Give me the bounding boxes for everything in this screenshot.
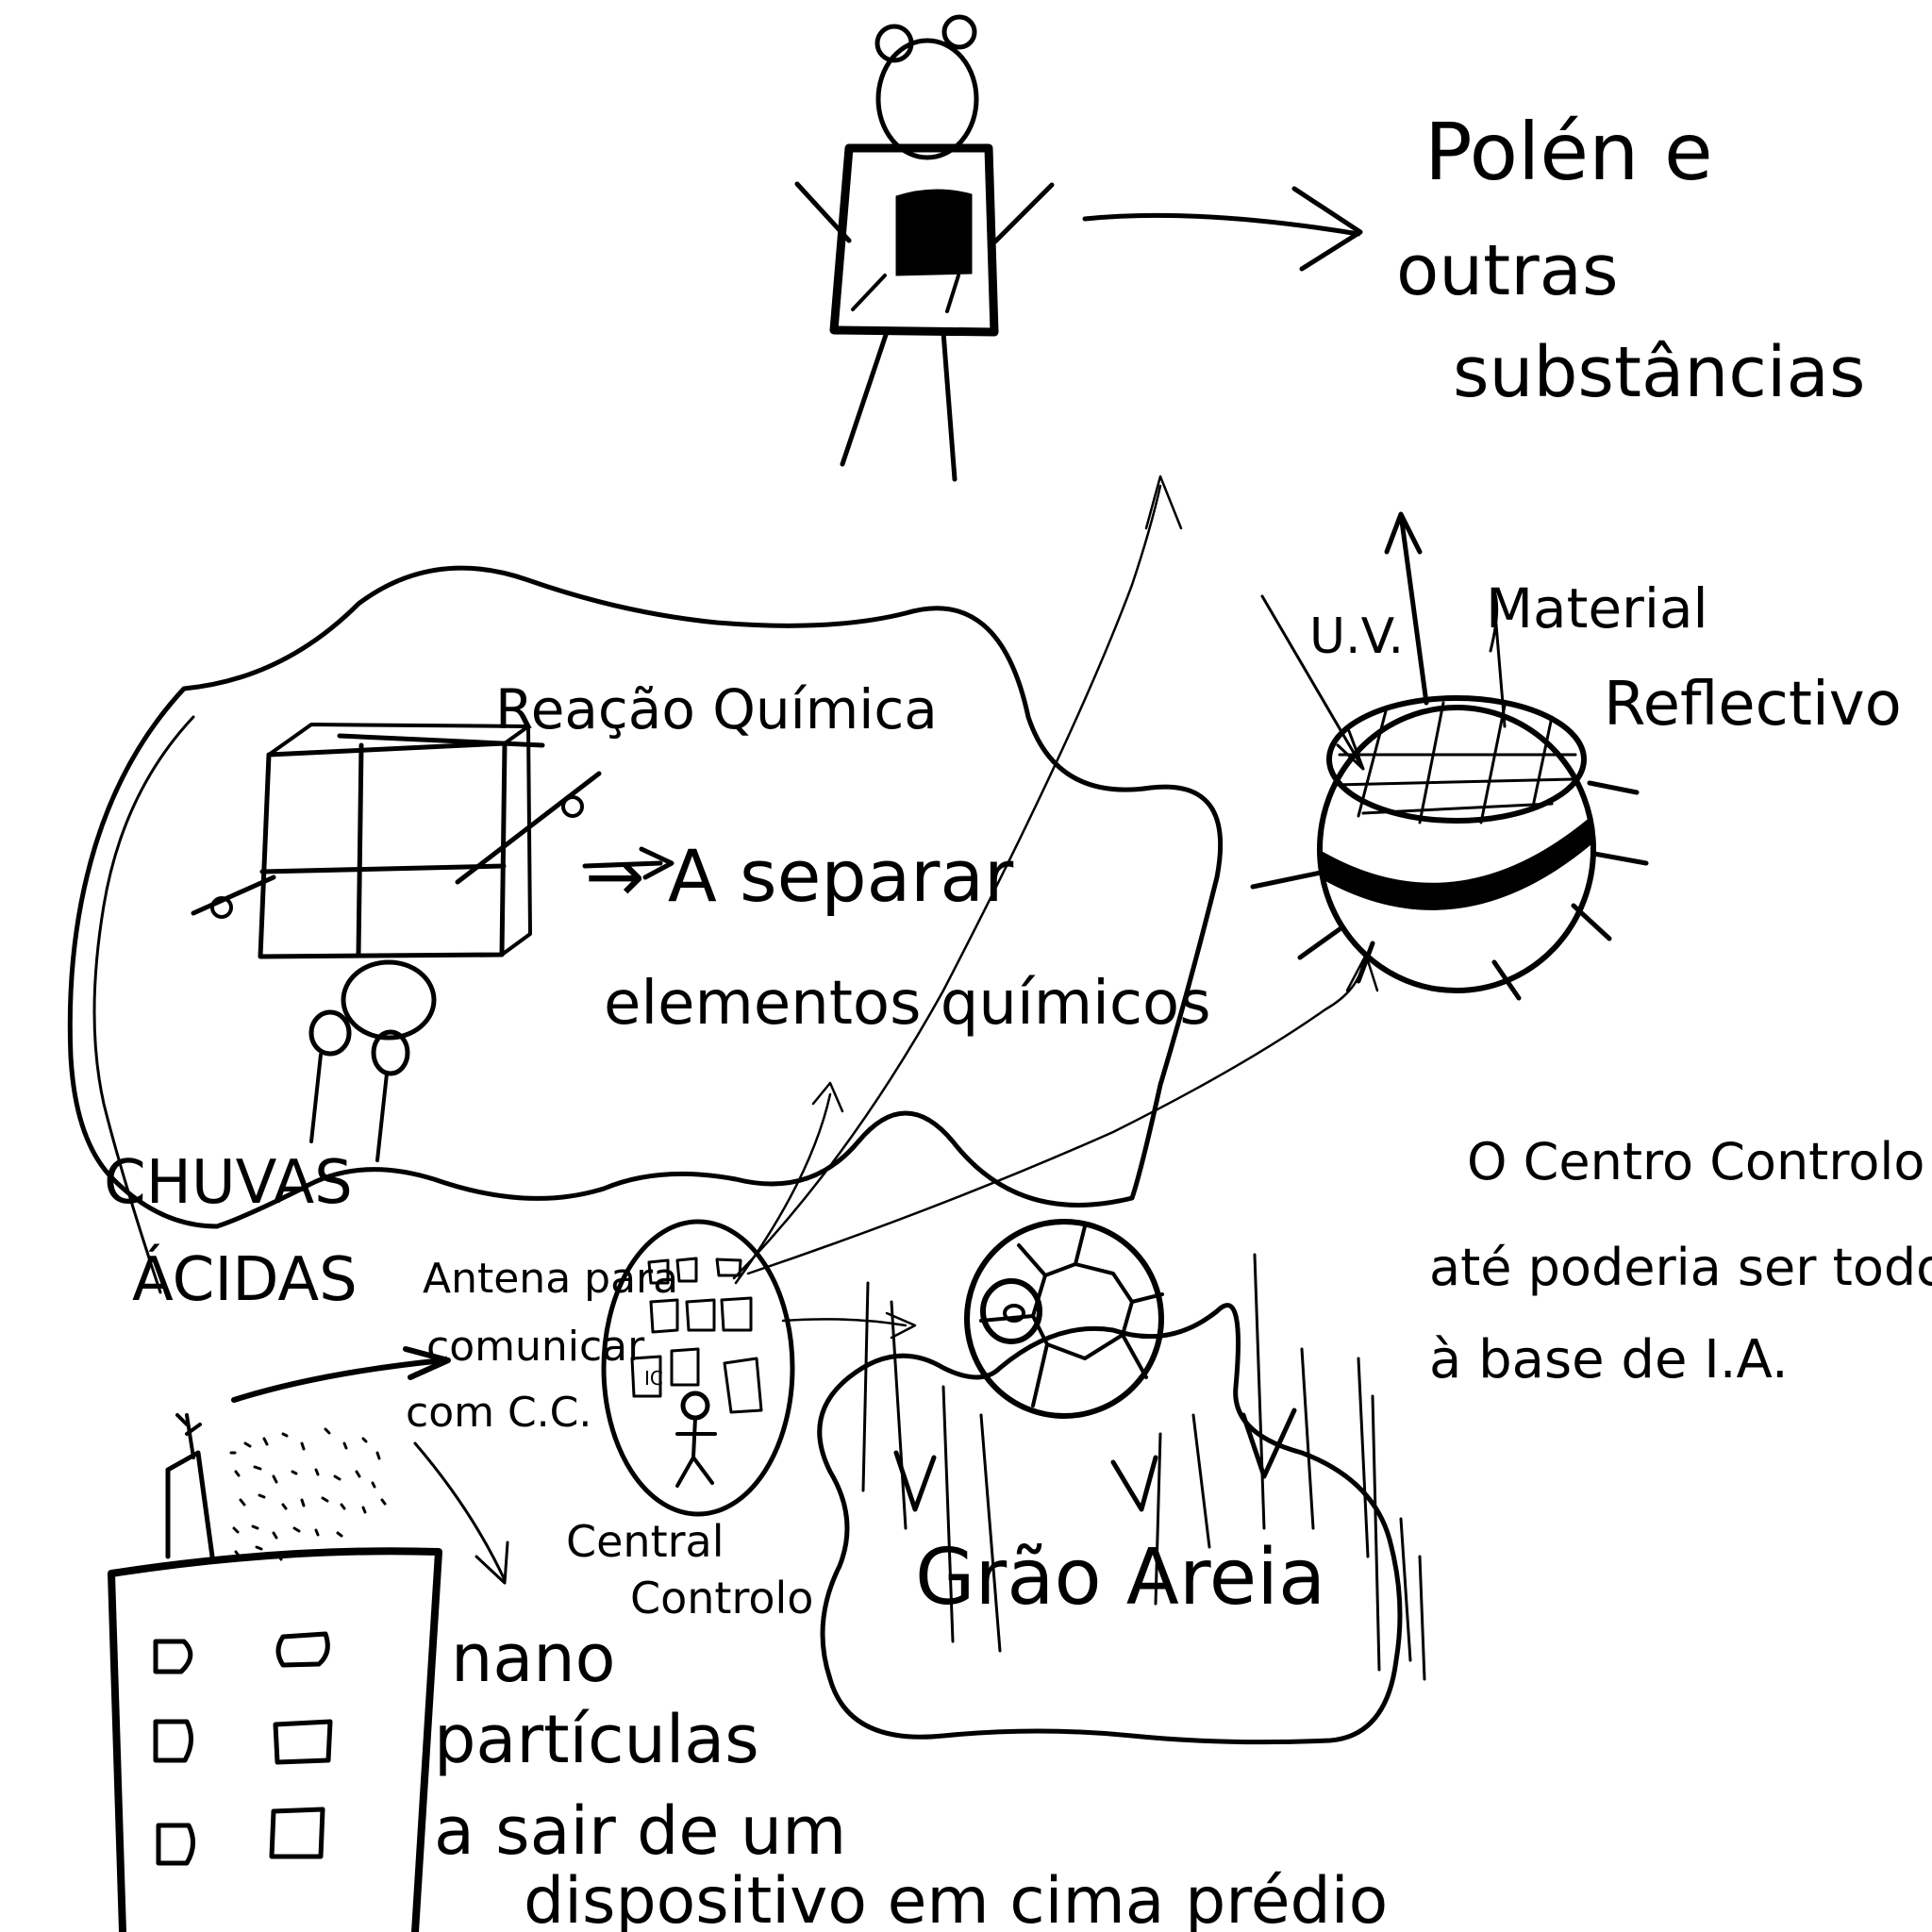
label-centro-1: O Centro Controlo xyxy=(1467,1132,1924,1191)
sand-grain-antenna xyxy=(980,1278,1042,1344)
label-dispositivo: dispositivo em cima prédio xyxy=(524,1864,1388,1932)
person-arm-right xyxy=(992,182,1055,244)
label-acidas: ÁCIDAS xyxy=(132,1243,358,1315)
cube-figure-foot-left xyxy=(308,1009,352,1057)
label-reacao-quimica: Reação Química xyxy=(495,677,938,741)
label-a-sair: a sair de um xyxy=(434,1792,846,1870)
grao-areia-region xyxy=(817,1219,1426,1745)
device-band xyxy=(1321,819,1591,910)
cube-front xyxy=(258,741,508,959)
label-chuvas: CHUVAS xyxy=(104,1148,353,1218)
label-central: Central xyxy=(566,1516,724,1567)
label-uv: U.V. xyxy=(1309,608,1404,665)
label-elementos-quimicos: elementos químicos xyxy=(604,969,1211,1039)
person-leg-left xyxy=(840,329,890,467)
label-centro-3: à base de I.A. xyxy=(1429,1329,1789,1391)
device-top-disk xyxy=(1326,695,1587,824)
cube-machine xyxy=(191,723,602,1162)
central-figure-body xyxy=(675,1416,717,1488)
cube-figure-head xyxy=(341,959,437,1041)
person-with-sheet xyxy=(794,14,1055,482)
cube-figure-legs xyxy=(309,1053,389,1162)
rooftop-device xyxy=(165,1450,215,1559)
arrow-antenna-to-nano xyxy=(413,1441,509,1585)
label-reflectivo: Reflectivo xyxy=(1604,670,1902,740)
label-separar: → A separar xyxy=(585,834,1014,918)
label-antena-1: Antena para xyxy=(423,1255,678,1303)
person-leg-right xyxy=(941,329,958,482)
label-polen: Polén e xyxy=(1424,106,1713,198)
labels: Polén e outras substâncias Reação Químic… xyxy=(104,106,1932,1932)
label-particulas: partículas xyxy=(434,1701,759,1778)
building-windows xyxy=(153,1631,333,1866)
label-antena-2: comunicar xyxy=(426,1323,645,1371)
person-sheet-lines xyxy=(851,274,960,313)
person-sheet-dark-area xyxy=(895,189,973,276)
screen-tag-ic: IC xyxy=(644,1367,663,1390)
sketch-canvas: IC Polén e outras substâncias Reação Quí… xyxy=(0,0,1932,1932)
label-antena-3: com C.C. xyxy=(406,1389,591,1437)
central-figure-head xyxy=(680,1391,710,1421)
person-ear-right xyxy=(941,14,977,50)
person-head xyxy=(875,38,979,160)
sketch-drawing: IC Polén e outras substâncias Reação Quí… xyxy=(67,14,1932,1932)
label-controlo: Controlo xyxy=(630,1573,813,1624)
nanoparticle-dots xyxy=(229,1427,387,1561)
label-substancias: substâncias xyxy=(1453,332,1865,413)
label-nano: nano xyxy=(451,1620,615,1697)
label-outras: outras xyxy=(1396,230,1619,311)
arrow-to-polen xyxy=(1082,186,1363,272)
label-material: Material xyxy=(1486,576,1708,641)
label-centro-2: até poderia ser todo xyxy=(1429,1238,1932,1297)
building xyxy=(108,1413,442,1932)
cube-handle-knob-right xyxy=(561,795,584,818)
rain-arrowheads xyxy=(893,1407,1297,1512)
label-grao-areia: Grão Areia xyxy=(915,1533,1325,1623)
